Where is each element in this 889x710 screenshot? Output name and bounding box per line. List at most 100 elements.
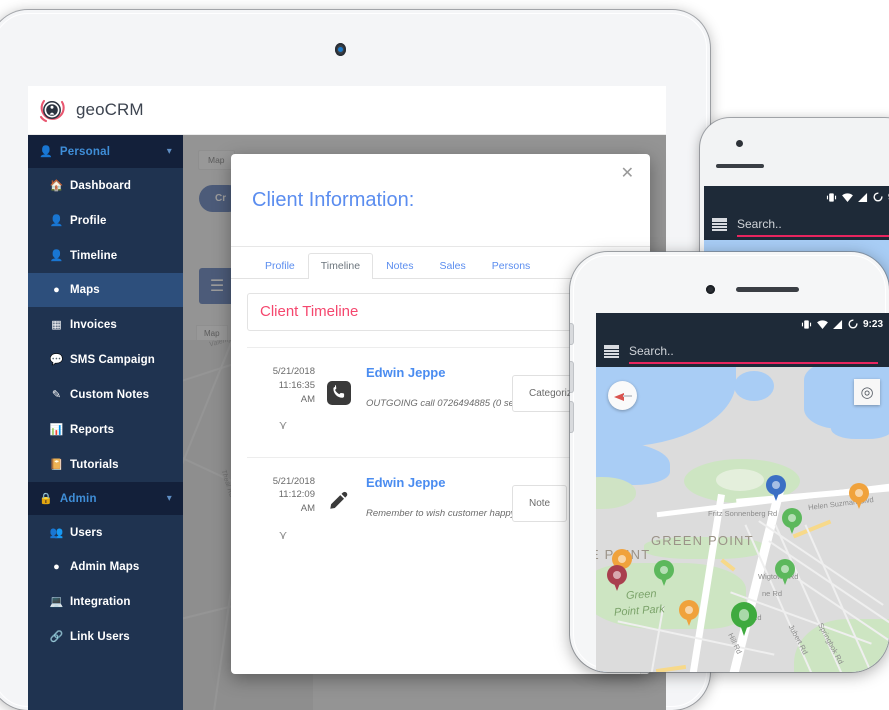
map-label: Green (625, 587, 657, 603)
sidebar-item-admin-maps[interactable]: ● Admin Maps (28, 550, 183, 584)
sidebar-group-personal[interactable]: 👤 Personal ▾ (28, 135, 183, 168)
circle-icon (873, 192, 883, 202)
timeline-entry-time: 11:16:35 (278, 379, 315, 391)
sidebar-item-reports[interactable]: 📊 Reports (28, 412, 183, 447)
map-pin[interactable] (782, 508, 802, 535)
home-icon: 🏠 (49, 180, 64, 192)
search-input[interactable]: Search.. (629, 342, 882, 364)
timeline-entry-date-block: 5/21/2018 11:16:35 AM ⋎ (251, 365, 321, 435)
close-icon[interactable]: ✕ (621, 166, 634, 182)
phone-speaker-icon (716, 164, 764, 168)
tab-persons[interactable]: Persons (479, 253, 544, 279)
timeline-entry-badge[interactable]: Note (512, 484, 568, 522)
phone-front-screen: 9:23 Search.. GREEN POINT Fritz Sonnenbe… (596, 313, 889, 672)
phone-camera-icon (706, 285, 715, 294)
desktop-icon: 💻 (49, 596, 64, 608)
app-top-bar: geoCRM (28, 86, 666, 135)
wifi-icon (817, 319, 828, 329)
map-pin[interactable] (766, 475, 786, 502)
sidebar-item-label: Users (70, 526, 103, 539)
phone-camera-icon (736, 140, 743, 147)
sidebar-item-label: Profile (70, 214, 107, 227)
vibrate-icon (801, 319, 812, 330)
chat-icon: 💬 (49, 354, 64, 366)
wifi-icon (842, 192, 853, 202)
circle-icon (848, 319, 858, 329)
chevron-down-icon: ▾ (166, 493, 172, 504)
search-placeholder: Search.. (737, 217, 782, 231)
vibrate-icon (826, 192, 837, 203)
map-pin[interactable] (654, 560, 674, 587)
timeline-entry-icon-wrap (321, 475, 356, 545)
sidebar-item-label: Reports (70, 423, 115, 436)
phone-search-bar: Search.. (704, 208, 889, 240)
sidebar-item-profile[interactable]: 👤 Profile (28, 203, 183, 238)
timeline-entry-date: 5/21/2018 (272, 366, 315, 377)
sidebar-item-tutorials[interactable]: 📔 Tutorials (28, 447, 183, 482)
signal-icon (833, 319, 843, 329)
phone-volume-down-button[interactable] (570, 402, 573, 432)
map-label: Fritz Sonnenberg Rd (708, 509, 778, 518)
search-input[interactable]: Search.. (737, 215, 889, 237)
tab-notes[interactable]: Notes (373, 253, 426, 279)
sidebar-group-admin[interactable]: 🔒 Admin ▾ (28, 482, 183, 515)
timeline-heading: Client Timeline (260, 303, 359, 320)
mobile-map[interactable]: GREEN POINT THREE E POINT Fritz Sonnenbe… (596, 367, 889, 672)
sidebar-item-link-users[interactable]: 🔗 Link Users (28, 619, 183, 654)
phone-mute-button[interactable] (570, 324, 573, 344)
sidebar-item-sms-campaign[interactable]: 💬 SMS Campaign (28, 342, 183, 377)
phone-icon (325, 379, 352, 406)
sidebar-item-custom-notes[interactable]: ✎ Custom Notes (28, 377, 183, 412)
android-status-bar: 9:23 (704, 186, 889, 208)
map-pin-cluster[interactable] (731, 602, 757, 636)
hamburger-icon[interactable] (712, 217, 727, 231)
modal-header: ✕ Client Information: (231, 154, 650, 247)
sidebar-item-label: Dashboard (70, 179, 131, 192)
hamburger-icon[interactable] (604, 344, 619, 358)
link-icon: 🔗 (49, 631, 64, 643)
timeline-entry-date-block: 5/21/2018 11:12:09 AM ⋎ (251, 475, 321, 545)
sidebar-item-label: Timeline (70, 249, 118, 262)
brand-logo[interactable]: geoCRM (37, 95, 144, 125)
chevron-double-down-icon[interactable]: ⋎ (251, 527, 315, 544)
map-label: ne Rd (762, 589, 783, 598)
phone-volume-up-button[interactable] (570, 362, 573, 392)
sidebar-group-admin-label: Admin (59, 492, 97, 505)
sidebar-group-personal-label: Personal (59, 145, 111, 158)
search-underline (629, 362, 878, 364)
bar-chart-icon: 📊 (49, 424, 64, 436)
map-pin-icon: ● (53, 284, 60, 296)
sidebar-item-label: SMS Campaign (70, 353, 155, 366)
timeline-entry-meridiem: AM (300, 503, 315, 515)
my-location-icon[interactable]: ◎ (854, 379, 880, 405)
timeline-entry-time: 11:12:09 (278, 489, 315, 501)
tab-sales[interactable]: Sales (427, 253, 479, 279)
phone-device-front: 9:23 Search.. GREEN POINT Fritz Sonnenbe… (570, 252, 889, 672)
pencil-icon (325, 489, 352, 516)
sidebar-item-dashboard[interactable]: 🏠 Dashboard (28, 168, 183, 203)
map-pin[interactable] (849, 483, 869, 510)
tablet-camera-icon (335, 43, 346, 56)
status-time: 9:23 (862, 318, 883, 330)
map-pin[interactable] (679, 600, 699, 627)
compass-icon[interactable] (608, 381, 637, 410)
android-status-bar: 9:23 (596, 313, 889, 335)
timeline-entry-meridiem: AM (300, 393, 315, 405)
invoice-icon: ▦ (51, 319, 62, 331)
search-underline (737, 235, 889, 237)
map-pin[interactable] (775, 559, 795, 586)
sidebar-item-timeline[interactable]: 👤 Timeline (28, 238, 183, 273)
phone-search-bar: Search.. (596, 335, 889, 367)
sidebar-item-maps[interactable]: ● Maps (28, 273, 183, 307)
map-pin[interactable] (607, 565, 627, 592)
chevron-double-down-icon[interactable]: ⋎ (251, 417, 315, 434)
sidebar-item-users[interactable]: 👥 Users (28, 515, 183, 550)
brand-name: geoCRM (76, 100, 144, 119)
tab-profile[interactable]: Profile (252, 253, 308, 279)
sidebar-item-invoices[interactable]: ▦ Invoices (28, 307, 183, 342)
sidebar-item-integration[interactable]: 💻 Integration (28, 584, 183, 619)
user-card-icon: 👤 (49, 215, 64, 227)
map-pin-icon: ● (53, 561, 60, 573)
tab-timeline[interactable]: Timeline (307, 253, 374, 279)
pencil-icon: ✎ (51, 389, 62, 401)
